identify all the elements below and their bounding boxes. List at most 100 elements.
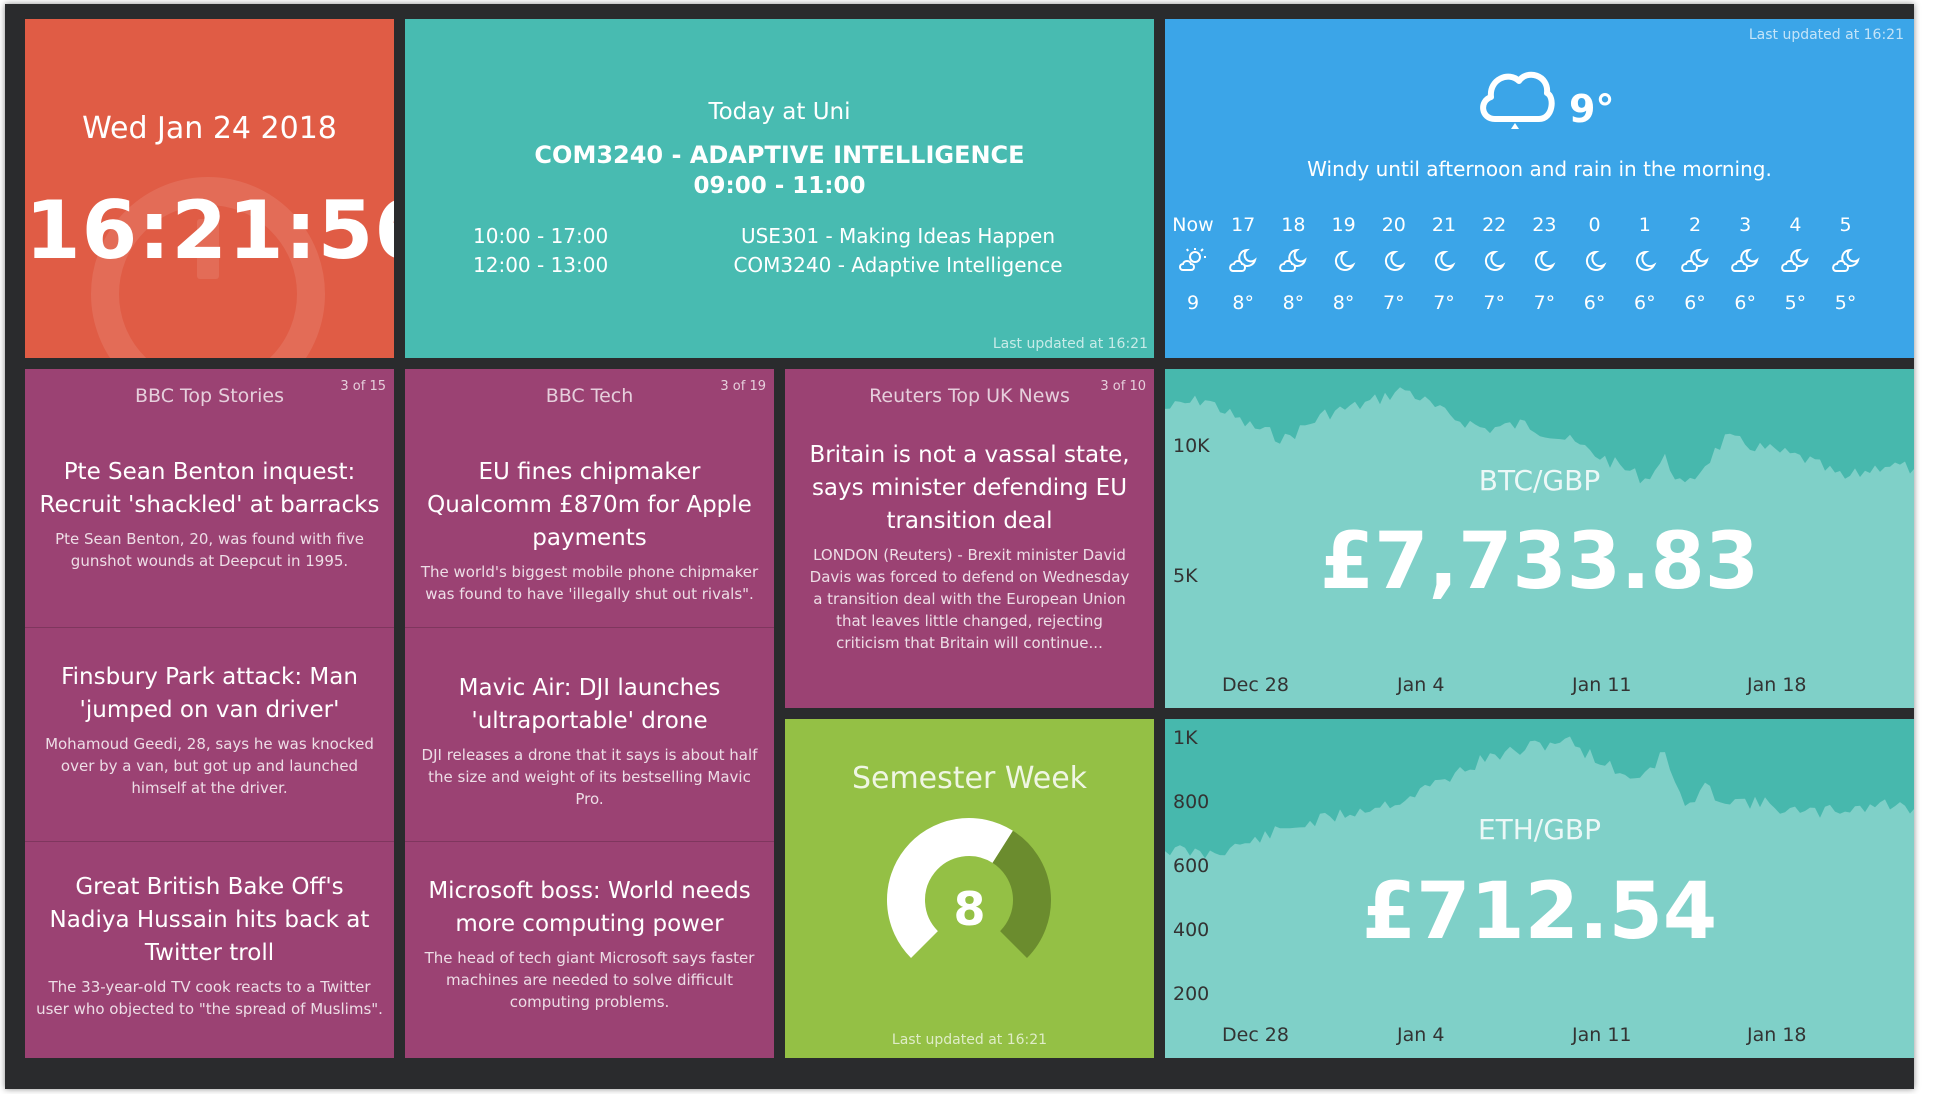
forecast-temperature: 5° (1834, 292, 1857, 314)
story-title: Mavic Air: DJI launches 'ultraportable' … (458, 675, 721, 734)
forecast-hour-label: 22 (1482, 214, 1507, 236)
feed-count: 3 of 10 (1100, 379, 1146, 394)
dashboard: Wed Jan 24 2018 16:21:56 Today at Uni CO… (5, 4, 1914, 1089)
divider (405, 627, 774, 628)
moon-icon (1570, 248, 1620, 274)
moon-icon (1419, 248, 1469, 274)
moon-icon (1519, 248, 1569, 274)
feed-title: BBC Top Stories (135, 385, 284, 407)
forecast-temperature: 9 (1186, 292, 1200, 314)
forecast-hour: 18 8° (1268, 214, 1318, 314)
forecast-hour-label: 18 (1281, 214, 1306, 236)
story-description: The head of tech giant Microsoft says fa… (424, 949, 755, 1011)
forecast-hour-label: 0 (1588, 214, 1601, 236)
current-lecture-title: COM3240 - ADAPTIVE INTELLIGENCE (534, 141, 1025, 169)
forecast-hour: Now 9 (1168, 214, 1218, 314)
x-tick-label: Jan 4 (1397, 1024, 1445, 1046)
x-tick-label: Jan 4 (1397, 674, 1445, 696)
last-updated: Last updated at 16:21 (891, 1032, 1048, 1048)
btc-gbp-tile: 10K 5K Dec 28 Jan 4 Jan 11 Jan 18 BTC/GB… (1165, 369, 1914, 708)
story-description: Mohamoud Geedi, 28, says he was knocked … (45, 735, 374, 797)
partly-cloudy-night-icon (1218, 248, 1268, 274)
upcoming-time: 10:00 - 17:00 (473, 224, 609, 248)
forecast-hour: 23 7° (1519, 214, 1569, 314)
forecast-hour-label: 4 (1789, 214, 1802, 236)
forecast-hour: 3 6° (1720, 214, 1770, 314)
story-description: DJI releases a drone that it says is abo… (421, 746, 758, 808)
forecast-hour: 4 5° (1770, 214, 1820, 314)
bbc-tech-tile: BBC Tech 3 of 19 EU fines chipmaker Qual… (405, 369, 774, 1058)
forecast-hour-label: 2 (1688, 214, 1702, 236)
uni-timetable-tile: Today at Uni COM3240 - ADAPTIVE INTELLIG… (405, 19, 1154, 358)
story-title: Pte Sean Benton inquest: Recruit 'shackl… (39, 459, 380, 518)
forecast-temperature: 6° (1583, 292, 1606, 314)
forecast-hour: 21 7° (1419, 214, 1469, 314)
moon-icon (1369, 248, 1419, 274)
current-lecture-time: 09:00 - 11:00 (693, 173, 866, 199)
story-description: The world's biggest mobile phone chipmak… (420, 563, 759, 603)
x-tick-label: Dec 28 (1222, 1024, 1289, 1046)
news-story[interactable]: Mavic Air: DJI launches 'ultraportable' … (405, 672, 774, 810)
news-story[interactable]: Britain is not a vassal state, says mini… (785, 439, 1154, 654)
upcoming-title: USE301 - Making Ideas Happen (740, 224, 1056, 248)
forecast-hour-label: 1 (1638, 214, 1651, 236)
moon-icon (1620, 248, 1670, 274)
partly-cloudy-night-icon (1268, 248, 1318, 274)
feed-count: 3 of 19 (720, 379, 766, 394)
forecast-hour-label: 3 (1739, 214, 1752, 236)
clock-tile: Wed Jan 24 2018 16:21:56 (25, 19, 394, 358)
x-tick-label: Dec 28 (1222, 674, 1289, 696)
story-title: Great British Bake Off's Nadiya Hussain … (49, 874, 370, 966)
partly-sunny-icon (1168, 248, 1218, 274)
forecast-temperature: 7° (1483, 292, 1505, 314)
semester-week-number: 8 (953, 882, 986, 936)
weather-summary: Windy until afternoon and rain in the mo… (1307, 157, 1772, 181)
story-description: Pte Sean Benton, 20, was found with five… (55, 530, 364, 570)
story-title: Finsbury Park attack: Man 'jumped on van… (61, 664, 358, 723)
forecast-temperature: 7° (1533, 292, 1556, 314)
feed-count: 3 of 15 (340, 379, 386, 394)
news-story[interactable]: EU fines chipmaker Qualcomm £870m for Ap… (405, 456, 774, 605)
timetable-heading: Today at Uni (708, 99, 851, 125)
forecast-temperature: 5° (1784, 292, 1807, 314)
forecast-temperature: 6° (1734, 292, 1756, 314)
forecast-temperature: 8° (1332, 292, 1355, 314)
forecast-temperature: 6° (1684, 292, 1706, 314)
news-story[interactable]: Pte Sean Benton inquest: Recruit 'shackl… (25, 456, 394, 572)
divider (405, 841, 774, 842)
news-story[interactable]: Microsoft boss: World needs more computi… (405, 875, 774, 1013)
x-tick-label: Jan 18 (1747, 1024, 1807, 1046)
y-tick-label: 200 (1173, 983, 1210, 1005)
story-description: The 33-year-old TV cook reacts to a Twit… (36, 978, 383, 1018)
forecast-hour-label: 17 (1231, 214, 1256, 236)
forecast-hour: 20 7° (1369, 214, 1419, 314)
x-tick-label: Jan 11 (1572, 1024, 1632, 1046)
feed-title: Reuters Top UK News (869, 385, 1070, 407)
forecast-hour: 0 6° (1570, 214, 1620, 314)
forecast-hour-label: 21 (1431, 214, 1457, 236)
divider (25, 627, 394, 628)
x-tick-label: Jan 11 (1572, 674, 1632, 696)
y-tick-label: 800 (1173, 791, 1210, 813)
forecast-temperature: 7° (1433, 292, 1455, 314)
partly-cloudy-night-icon (1720, 248, 1770, 274)
eth-gbp-tile: 1K 800 600 400 200 Dec 28 Jan 4 Jan 11 J… (1165, 719, 1914, 1058)
current-temperature: 9° (1569, 87, 1615, 131)
forecast-hour-label: 20 (1381, 214, 1406, 236)
y-tick-label: 1K (1173, 727, 1198, 749)
news-story[interactable]: Great British Bake Off's Nadiya Hussain … (25, 871, 394, 1020)
forecast-hour-label: 23 (1532, 214, 1557, 236)
x-tick-label: Jan 18 (1747, 674, 1807, 696)
forecast-hour-label: Now (1172, 214, 1214, 236)
forecast-hour: 2 6° (1670, 214, 1720, 314)
story-description: LONDON (Reuters) - Brexit minister David… (809, 546, 1130, 652)
time-label: 16:21:56 (25, 184, 394, 277)
forecast-hour: 5 5° (1821, 214, 1871, 314)
date-label: Wed Jan 24 2018 (82, 111, 337, 146)
forecast-temperature: 8° (1232, 292, 1254, 314)
currency-pair: ETH/GBP (1477, 813, 1602, 846)
eth-price: £712.54 (1361, 867, 1718, 957)
weather-tile: Last updated at 16:21 9° Windy until aft… (1165, 19, 1914, 358)
btc-price: £7,733.83 (1319, 517, 1760, 607)
news-story[interactable]: Finsbury Park attack: Man 'jumped on van… (25, 661, 394, 799)
